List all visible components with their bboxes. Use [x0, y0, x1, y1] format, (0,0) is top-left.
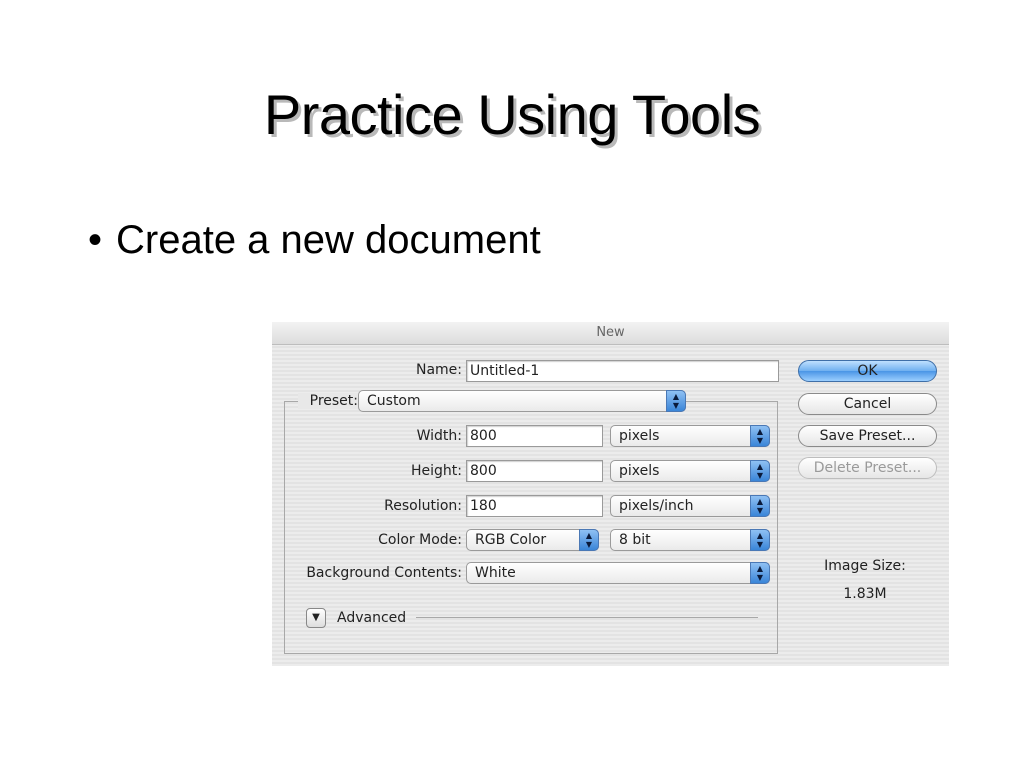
height-unit-select[interactable]: pixels ▲ ▼ — [610, 460, 770, 482]
dialog-titlebar[interactable]: New — [272, 322, 949, 345]
width-input[interactable]: 800 — [466, 425, 603, 447]
resolution-unit-value: pixels/inch — [619, 498, 694, 514]
bullet-dot: • — [88, 218, 103, 262]
ok-button[interactable]: OK — [798, 360, 937, 382]
color-mode-value: RGB Color — [475, 532, 547, 548]
save-preset-button[interactable]: Save Preset... — [798, 425, 937, 447]
resolution-unit-select[interactable]: pixels/inch ▲ ▼ — [610, 495, 770, 517]
stepper-arrows-icon: ▲ ▼ — [750, 562, 770, 584]
advanced-label[interactable]: Advanced — [337, 610, 406, 626]
stepper-arrows-icon: ▲ ▼ — [750, 460, 770, 482]
advanced-divider — [416, 617, 758, 618]
preset-select[interactable]: Custom ▲ ▼ — [358, 390, 686, 412]
bullet-text: Create a new document — [116, 218, 541, 262]
delete-preset-button[interactable]: Delete Preset... — [798, 457, 937, 479]
height-label: Height: — [411, 463, 462, 479]
width-unit-select[interactable]: pixels ▲ ▼ — [610, 425, 770, 447]
color-mode-label: Color Mode: — [378, 532, 462, 548]
width-label: Width: — [416, 428, 462, 444]
stepper-arrows-icon: ▲ ▼ — [750, 529, 770, 551]
bullet-item: • Create a new document — [88, 218, 541, 263]
slide-title: Practice Using Tools — [263, 83, 761, 146]
stepper-arrows-icon: ▲ ▼ — [579, 529, 599, 551]
name-input[interactable]: Untitled-1 — [466, 360, 779, 382]
resolution-label: Resolution: — [384, 498, 462, 514]
name-label: Name: — [415, 362, 462, 378]
height-input[interactable]: 800 — [466, 460, 603, 482]
stepper-arrows-icon: ▲ ▼ — [666, 390, 686, 412]
color-mode-select[interactable]: RGB Color ▲ ▼ — [466, 529, 599, 551]
cancel-button[interactable]: Cancel — [798, 393, 937, 415]
stepper-arrows-icon: ▲ ▼ — [750, 425, 770, 447]
background-value: White — [475, 565, 516, 581]
preset-value: Custom — [367, 393, 421, 409]
background-label: Background Contents: — [306, 565, 462, 581]
new-document-dialog: New Name: Untitled-1 Preset: Custom ▲ ▼ Wi… — [272, 322, 949, 666]
stepper-arrows-icon: ▲ ▼ — [750, 495, 770, 517]
width-unit-value: pixels — [619, 428, 660, 444]
preset-label: Preset: — [298, 393, 360, 409]
image-size-label: Image Size: — [824, 558, 906, 574]
disclosure-triangle-icon[interactable]: ▼ — [306, 608, 326, 628]
background-select[interactable]: White ▲ ▼ — [466, 562, 770, 584]
image-size-value: 1.83M — [843, 586, 887, 602]
height-unit-value: pixels — [619, 463, 660, 479]
resolution-input[interactable]: 180 — [466, 495, 603, 517]
bit-depth-select[interactable]: 8 bit ▲ ▼ — [610, 529, 770, 551]
bit-depth-value: 8 bit — [619, 532, 651, 548]
